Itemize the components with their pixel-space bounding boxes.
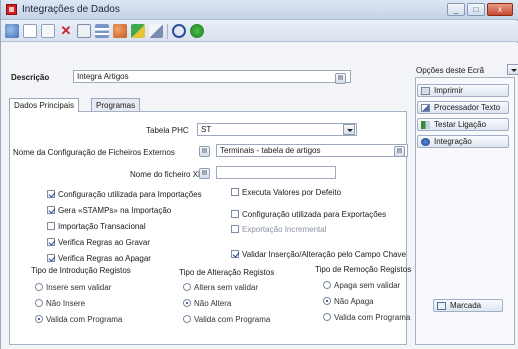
- import-transacional-checkbox[interactable]: Importação Transacional: [47, 222, 146, 232]
- config-label: Nome da Configuração de Ficheiros Extern…: [13, 148, 175, 157]
- descricao-input[interactable]: Integra Artigos: [73, 70, 351, 83]
- application-window: Integrações de Dados _ □ x ✕ Descrição I…: [0, 0, 518, 349]
- xml-input[interactable]: [216, 166, 336, 179]
- printer-icon: [421, 87, 430, 95]
- executa-valores-checkbox[interactable]: Executa Valores por Defeito: [231, 188, 341, 198]
- new-icon[interactable]: [23, 24, 37, 38]
- verifica-gravar-checkbox[interactable]: Verifica Regras ao Gravar: [47, 238, 150, 248]
- delete-icon[interactable]: ✕: [59, 24, 73, 38]
- mark-icon: [437, 302, 446, 310]
- close-button[interactable]: x: [487, 3, 513, 16]
- tabela-phc-select[interactable]: ST: [197, 123, 357, 136]
- radio-introducao-valida-programa[interactable]: Valida com Programa: [35, 315, 122, 325]
- chevron-down-icon[interactable]: [343, 124, 355, 135]
- imprimir-button[interactable]: Imprimir: [417, 84, 509, 97]
- integracao-button[interactable]: Integração: [417, 135, 509, 148]
- connection-icon: [421, 121, 430, 129]
- validar-insercao-checkbox[interactable]: Validar Inserção/Alteração pelo Campo Ch…: [231, 250, 406, 260]
- shapes-icon[interactable]: [131, 24, 145, 38]
- form-area: Descrição Integra Artigos ▤ Dados Princi…: [1, 43, 518, 349]
- processador-texto-button[interactable]: Processador Texto: [417, 101, 509, 114]
- back-icon[interactable]: [5, 24, 19, 38]
- copy-icon[interactable]: [77, 24, 91, 38]
- radio-nao-altera[interactable]: Não Altera: [183, 299, 231, 309]
- tab-dados-principais[interactable]: Dados Principais: [9, 98, 80, 112]
- maximize-button[interactable]: □: [467, 3, 485, 16]
- radio-nao-insere[interactable]: Não Insere: [35, 299, 85, 309]
- import-config-checkbox[interactable]: Configuração utilizada para Importações: [47, 190, 202, 200]
- window-title: Integrações de Dados: [22, 4, 120, 15]
- radio-altera-sem-validar[interactable]: Altera sem validar: [183, 283, 258, 293]
- marcada-toggle[interactable]: Marcada: [433, 299, 503, 312]
- open-icon[interactable]: [41, 24, 55, 38]
- sidebar-options-label: Opções deste Ecrã: [416, 66, 485, 75]
- list-icon[interactable]: [95, 24, 109, 38]
- radio-remocao-valida-programa[interactable]: Valida com Programa: [323, 313, 410, 323]
- stop-icon[interactable]: [172, 24, 186, 38]
- radio-insere-sem-validar[interactable]: Insere sem validar: [35, 283, 111, 293]
- remocao-group-title: Tipo de Remoção Registos: [315, 265, 412, 274]
- export-config-checkbox[interactable]: Configuração utilizada para Exportações: [231, 210, 386, 220]
- xml-label: Nome do ficheiro XML: [130, 170, 210, 179]
- toolbar-separator: [167, 24, 168, 39]
- verifica-apagar-checkbox[interactable]: Verifica Regras ao Apagar: [47, 254, 151, 264]
- config-lookup-button[interactable]: ▤: [394, 146, 405, 157]
- tab-programas[interactable]: Programas: [91, 98, 141, 112]
- radio-alteracao-valida-programa[interactable]: Valida com Programa: [183, 315, 270, 325]
- config-options-button[interactable]: ▤: [199, 146, 210, 157]
- descricao-lookup-button[interactable]: ▤: [335, 73, 346, 84]
- toolbar: ✕: [1, 21, 518, 42]
- config-input[interactable]: Terminais - tabela de artigos: [216, 144, 408, 157]
- tabela-phc-label: Tabela PHC: [146, 126, 189, 135]
- export-incremental-checkbox[interactable]: Exportação Incremental: [231, 225, 327, 235]
- descricao-label: Descrição: [11, 73, 50, 82]
- testar-ligacao-button[interactable]: Testar Ligação: [417, 118, 509, 131]
- integration-icon: [421, 138, 430, 146]
- alteracao-group-title: Tipo de Alteração Registos: [179, 268, 275, 277]
- minimize-button[interactable]: _: [447, 3, 465, 16]
- introducao-group-title: Tipo de Introdução Registos: [31, 266, 131, 275]
- edit-icon[interactable]: [149, 24, 163, 38]
- xml-options-button[interactable]: ▤: [199, 168, 210, 179]
- title-bar: Integrações de Dados _ □ x: [1, 0, 518, 20]
- radio-nao-apaga[interactable]: Não Apaga: [323, 297, 374, 307]
- app-icon: [6, 4, 17, 15]
- sidebar-options-dropdown[interactable]: [507, 64, 518, 75]
- people-icon[interactable]: [113, 24, 127, 38]
- radio-apaga-sem-validar[interactable]: Apaga sem validar: [323, 281, 400, 291]
- gera-stamps-checkbox[interactable]: Gera «STAMPs» na Importação: [47, 206, 171, 216]
- document-icon: [421, 104, 430, 112]
- refresh-icon[interactable]: [190, 24, 204, 38]
